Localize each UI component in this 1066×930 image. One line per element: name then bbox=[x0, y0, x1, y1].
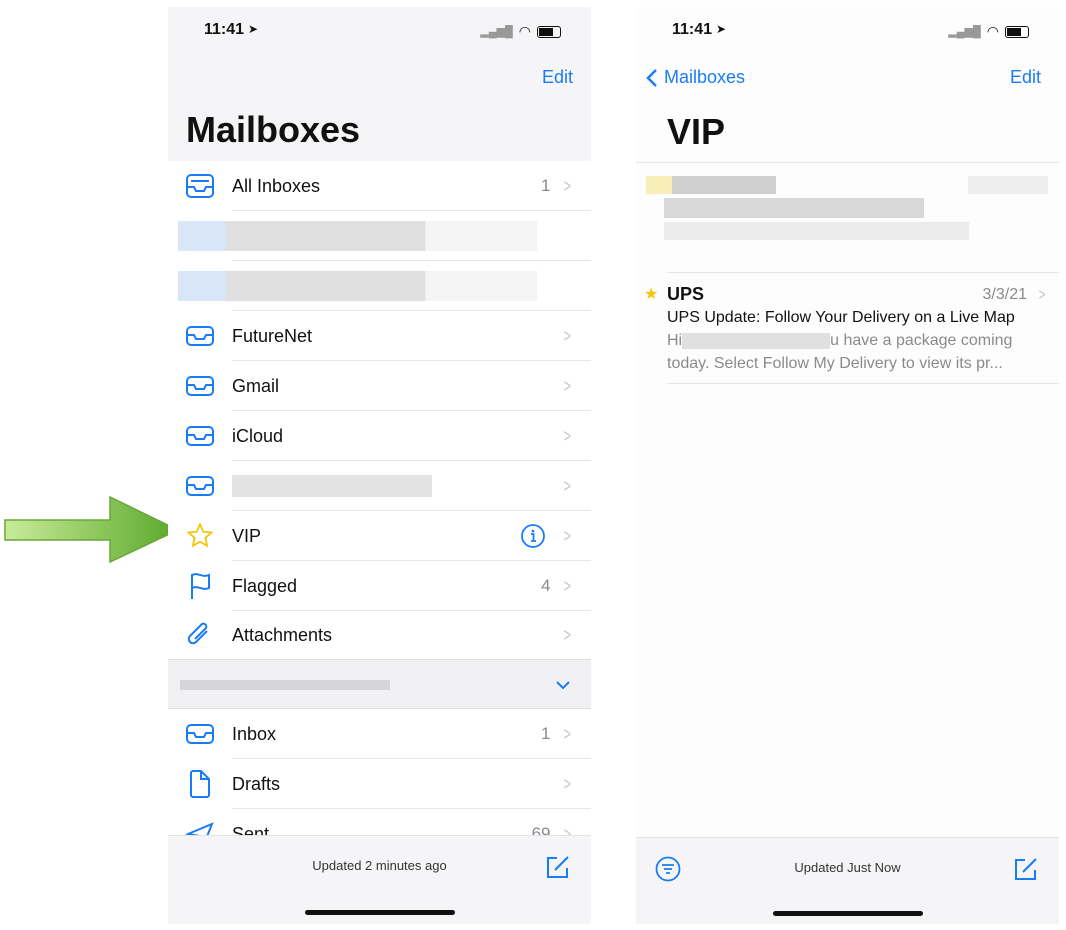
message-row[interactable]: ★ UPS 3/3/21 > UPS Update: Follow Your D… bbox=[636, 272, 1059, 384]
mailbox-vip[interactable]: VIP > bbox=[168, 511, 591, 561]
redacted-content bbox=[178, 271, 577, 301]
green-arrow-annotation bbox=[4, 496, 180, 564]
mailbox-flagged[interactable]: Flagged 4 > bbox=[168, 561, 591, 611]
mailbox-futurenet[interactable]: FutureNet > bbox=[168, 311, 591, 361]
mailbox-label: Inbox bbox=[232, 723, 277, 744]
info-icon[interactable] bbox=[520, 523, 546, 549]
paperclip-icon bbox=[187, 622, 208, 645]
redacted-message[interactable] bbox=[636, 172, 1051, 242]
mailbox-all-inboxes[interactable]: All Inboxes 1 > bbox=[168, 161, 591, 211]
chevron-down-icon[interactable] bbox=[555, 680, 571, 690]
wifi-icon: ◠ bbox=[518, 23, 531, 39]
battery-icon bbox=[1005, 25, 1029, 38]
chevron-right-icon: > bbox=[1038, 285, 1046, 304]
redacted-name bbox=[682, 332, 831, 349]
compose-icon[interactable] bbox=[1013, 856, 1039, 882]
mailbox-label: All Inboxes bbox=[232, 175, 321, 196]
mailbox-label: Flagged bbox=[232, 575, 298, 596]
mailbox-label: Gmail bbox=[232, 375, 280, 396]
updated-status: Updated 2 minutes ago bbox=[312, 858, 447, 873]
star-icon: ★ bbox=[644, 286, 659, 303]
mailbox-icloud[interactable]: iCloud > bbox=[168, 411, 591, 461]
message-preview: u have a package coming bbox=[830, 332, 1013, 349]
chevron-right-icon: > bbox=[564, 475, 572, 496]
mailbox-label: VIP bbox=[232, 525, 262, 546]
mailbox-redacted[interactable]: > bbox=[168, 461, 591, 511]
unread-count: 4 bbox=[541, 576, 551, 595]
back-label: Mailboxes bbox=[664, 67, 746, 87]
tray-icon bbox=[186, 326, 214, 346]
chevron-right-icon: > bbox=[564, 723, 572, 744]
redacted-content bbox=[178, 221, 577, 251]
tray-stack-icon bbox=[186, 174, 214, 198]
star-icon bbox=[186, 522, 214, 548]
chevron-right-icon: > bbox=[564, 624, 572, 645]
redacted-account-email bbox=[180, 680, 390, 690]
doc-icon bbox=[190, 770, 210, 798]
mailbox-gmail[interactable]: Gmail > bbox=[168, 361, 591, 411]
toolbar: Updated 2 minutes ago bbox=[168, 835, 591, 924]
chevron-right-icon: > bbox=[564, 525, 572, 546]
signal-icon: ▂▄▆█ bbox=[480, 26, 513, 38]
status-bar: 11:41 ➤ ▂▄▆█ ◠ bbox=[168, 21, 591, 41]
chevron-left-icon bbox=[646, 68, 657, 87]
location-icon: ➤ bbox=[716, 22, 727, 36]
wifi-icon: ◠ bbox=[986, 23, 999, 39]
mailbox-inbox[interactable]: Inbox 1 > bbox=[168, 709, 591, 759]
page-title: Mailboxes bbox=[186, 109, 361, 150]
edit-button[interactable]: Edit bbox=[1010, 67, 1041, 88]
redacted-content bbox=[232, 475, 432, 497]
page-title: VIP bbox=[667, 111, 726, 152]
mailbox-label: Drafts bbox=[232, 773, 281, 794]
message-date: 3/3/21 bbox=[982, 286, 1027, 303]
tray-icon bbox=[186, 476, 214, 496]
status-time: 11:41 bbox=[672, 21, 713, 38]
mailbox-redacted[interactable] bbox=[168, 261, 591, 311]
updated-status: Updated Just Now bbox=[794, 860, 901, 875]
mailbox-redacted[interactable] bbox=[168, 211, 591, 261]
unread-count: 1 bbox=[541, 724, 551, 743]
chevron-right-icon: > bbox=[564, 773, 572, 794]
vip-screen: 11:41 ➤ ▂▄▆█ ◠ Mailboxes Edit VIP ★ UPS 3… bbox=[636, 7, 1059, 924]
mailbox-label: Attachments bbox=[232, 624, 333, 645]
tray-icon bbox=[186, 724, 214, 744]
unread-count: 1 bbox=[541, 176, 551, 195]
mailbox-drafts[interactable]: Drafts > bbox=[168, 759, 591, 809]
chevron-right-icon: > bbox=[564, 575, 572, 596]
location-icon: ➤ bbox=[248, 22, 259, 36]
compose-icon[interactable] bbox=[545, 854, 571, 880]
mailbox-label: iCloud bbox=[232, 425, 284, 446]
mailboxes-screen: 11:41 ➤ ▂▄▆█ ◠ Edit Mailboxes All Inboxes… bbox=[168, 7, 591, 924]
toolbar: Updated Just Now bbox=[636, 837, 1059, 924]
home-indicator bbox=[305, 910, 455, 915]
message-subject: UPS Update: Follow Your Delivery on a Li… bbox=[667, 309, 1015, 326]
chevron-right-icon: > bbox=[564, 425, 572, 446]
flag-icon bbox=[191, 573, 210, 599]
chevron-right-icon: > bbox=[564, 325, 572, 346]
chevron-right-icon: > bbox=[564, 375, 572, 396]
message-preview: today. Select Follow My Delivery to view… bbox=[667, 355, 1003, 372]
message-sender: UPS bbox=[667, 284, 705, 304]
signal-icon: ▂▄▆█ bbox=[948, 26, 981, 38]
tray-icon bbox=[186, 376, 214, 396]
message-preview: Hi bbox=[667, 332, 683, 349]
home-indicator bbox=[773, 911, 923, 916]
tray-icon bbox=[186, 426, 214, 446]
status-time: 11:41 bbox=[204, 21, 245, 38]
chevron-right-icon: > bbox=[564, 175, 572, 196]
account-section-header[interactable] bbox=[168, 659, 591, 709]
edit-button[interactable]: Edit bbox=[542, 67, 573, 88]
mailbox-label: FutureNet bbox=[232, 325, 313, 346]
battery-icon bbox=[537, 25, 561, 38]
status-bar: 11:41 ➤ ▂▄▆█ ◠ bbox=[636, 21, 1059, 41]
back-button[interactable]: Mailboxes bbox=[646, 67, 745, 88]
mailbox-attachments[interactable]: Attachments > bbox=[168, 610, 591, 660]
